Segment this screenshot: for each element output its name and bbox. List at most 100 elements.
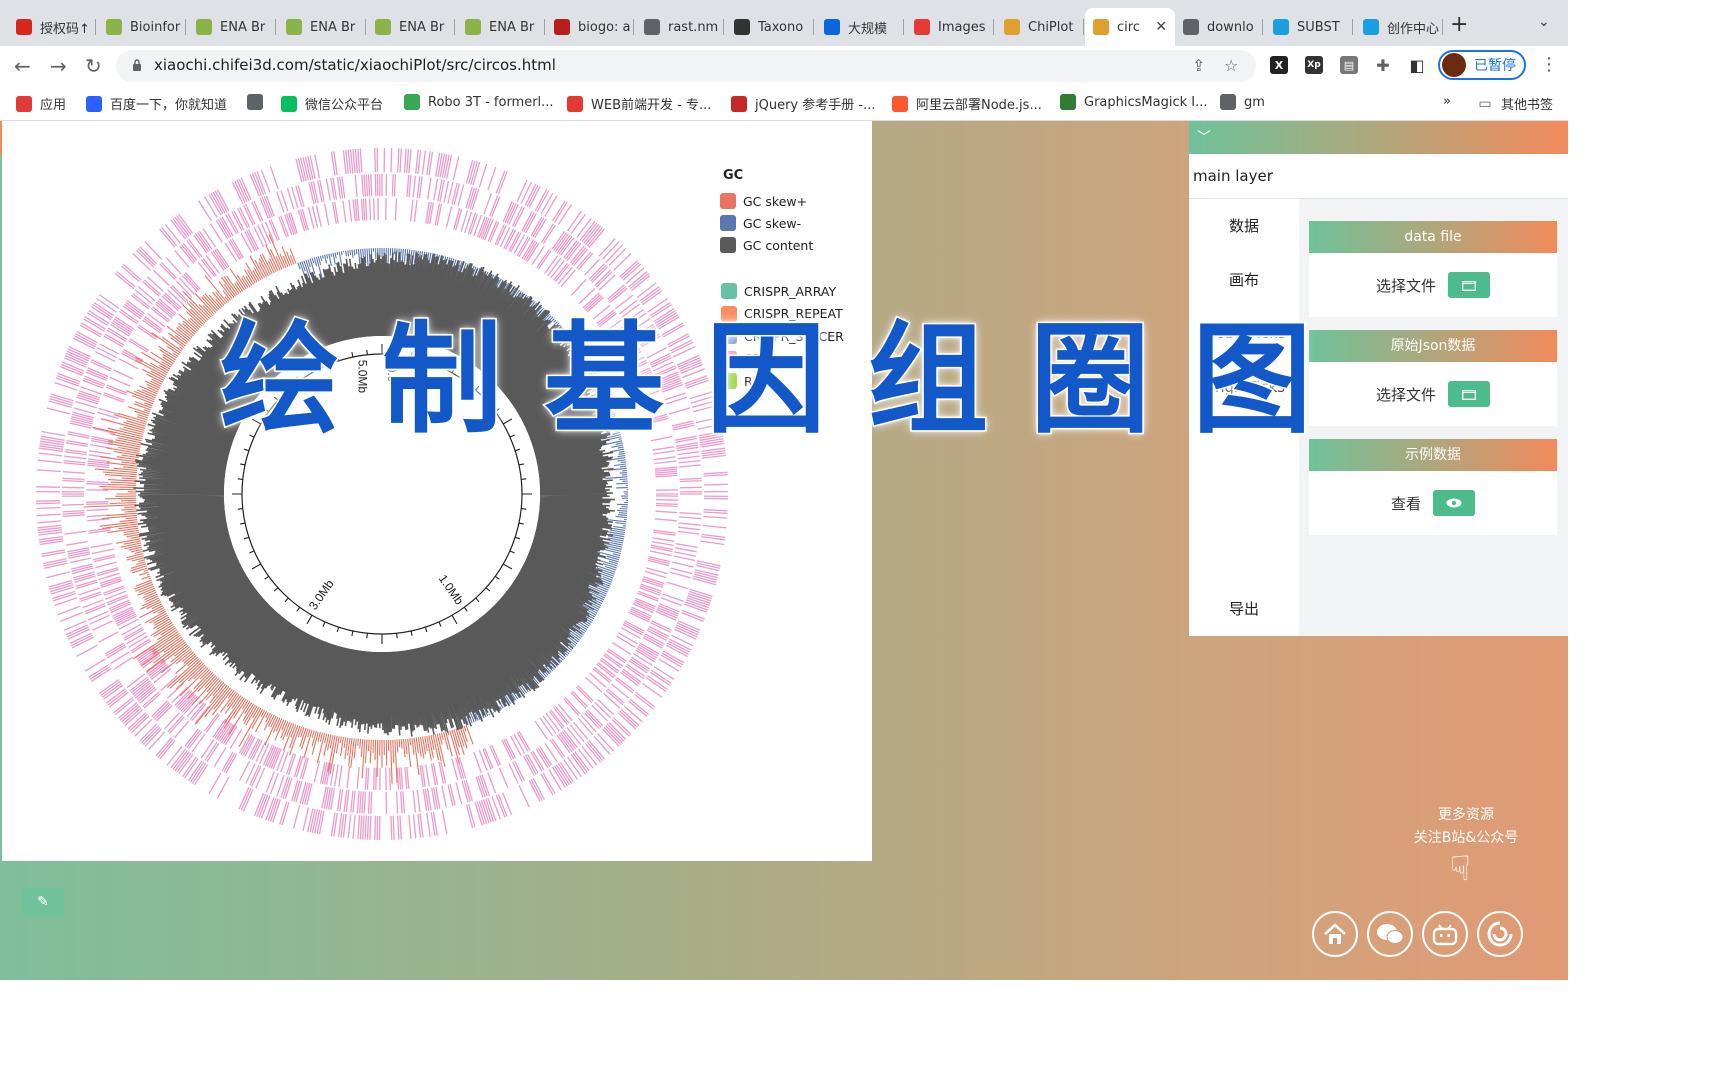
panel-tabs[interactable]: main layer (1189, 154, 1568, 199)
page-content: 0.0 5.0Mb 3.0Mb 1.0Mb GC GC skew+ GC skew- GC… (0, 121, 1568, 980)
tab-14[interactable]: downlo (1175, 8, 1263, 46)
other-bookmarks[interactable]: ▭ 其他书签 (1477, 94, 1554, 114)
bookmark-5[interactable]: Robo 3T - formerl... (404, 94, 554, 110)
tab-label: Bioinfor (130, 19, 181, 35)
folder-button[interactable] (1448, 272, 1490, 298)
share-icon[interactable]: ⇪ (1192, 56, 1205, 75)
jquery-icon (731, 95, 747, 112)
close-tab-icon[interactable]: ✕ (1155, 19, 1167, 35)
bookmark-label: 百度一下，你就知道 (110, 98, 228, 113)
side-panel-icon[interactable]: ◧ (1408, 56, 1426, 75)
tab-4[interactable]: ENA Br (278, 8, 366, 46)
edit-note-button[interactable]: ✎ (22, 888, 64, 916)
tab-3[interactable]: ENA Br (188, 8, 276, 46)
folder-icon: ▭ (1478, 95, 1492, 112)
tab-separator (95, 19, 96, 35)
legend-item: GC content (720, 237, 813, 253)
bookmark-8[interactable]: 阿里云部署Node.js... (892, 94, 1042, 113)
menu-item-export[interactable]: 导出 (1189, 598, 1299, 619)
view-label: 查看 (1390, 494, 1421, 513)
refresh-logo-button[interactable] (1477, 911, 1523, 957)
bookmark-label: 应用 (40, 98, 67, 113)
tab-5[interactable]: ENA Br (367, 8, 455, 46)
bookmark-star-icon[interactable]: ☆ (1224, 56, 1238, 75)
tab-10[interactable]: 大规模 (816, 8, 904, 46)
plot-canvas: 0.0 5.0Mb 3.0Mb 1.0Mb GC GC skew+ GC skew- GC… (2, 121, 872, 861)
extensions-puzzle-icon[interactable]: ✚ (1374, 56, 1392, 75)
legend-swatch (720, 237, 736, 253)
tab-separator (544, 19, 545, 35)
bookmark-9[interactable]: GraphicsMagick I... (1060, 94, 1208, 110)
tab-11[interactable]: Images (906, 8, 994, 46)
tab-label: downlo (1207, 19, 1254, 35)
legend-swatch (720, 193, 736, 209)
dna-icon (734, 19, 750, 35)
bookmark-4[interactable]: 微信公众平台 (281, 94, 383, 113)
tab-label: Taxono (758, 19, 804, 35)
bookmark-6[interactable]: WEB前端开发 - 专... (567, 94, 711, 113)
home-button[interactable] (1312, 911, 1358, 957)
extension-x-icon[interactable]: X (1270, 56, 1288, 74)
eye-icon (1446, 498, 1462, 508)
other-bookmarks-label: 其他书签 (1501, 98, 1554, 113)
bookmark-label: jQuery 参考手册 -... (755, 98, 876, 113)
card-title: data file (1309, 221, 1557, 253)
zhihu-icon (824, 19, 840, 35)
tab-separator (813, 19, 814, 35)
address-bar[interactable]: xiaochi.chifei3d.com/static/xiaochiPlot/… (116, 50, 1256, 82)
bookmark-7[interactable]: jQuery 参考手册 -... (731, 94, 875, 113)
wechat-icon (1377, 924, 1404, 944)
menu-item-data[interactable]: 数据 (1189, 215, 1299, 236)
tab-search-icon[interactable]: ⌄ (1538, 14, 1550, 30)
back-icon[interactable]: ← (14, 54, 31, 78)
chevron-down-icon[interactable]: ﹀ (1197, 127, 1211, 147)
extension-book-icon[interactable]: ▤ (1340, 56, 1358, 74)
tab-9[interactable]: Taxono (726, 8, 814, 46)
baidu-icon (86, 95, 102, 112)
wechat-button[interactable] (1367, 911, 1413, 957)
tab-7[interactable]: biogo: a (546, 8, 634, 46)
menu-icon[interactable]: ⋮ (1540, 54, 1558, 75)
tab-separator (993, 19, 994, 35)
chiplot-icon (1093, 19, 1109, 35)
swirl-logo-icon (1487, 921, 1513, 947)
bookmark-10[interactable]: gm (1220, 94, 1265, 110)
bookmark-3[interactable] (247, 94, 271, 110)
tab-label: ENA Br (220, 19, 266, 35)
legend-label: GC skew- (743, 215, 802, 231)
url-text[interactable]: xiaochi.chifei3d.com/static/xiaochiPlot/… (154, 56, 556, 74)
forward-icon[interactable]: → (50, 54, 67, 78)
legend-title: GC (723, 168, 744, 183)
bookmark-1[interactable]: 应用 (16, 94, 66, 113)
bookmark-label: 微信公众平台 (305, 98, 384, 113)
tab-1[interactable]: 授权码↑ (8, 8, 96, 46)
tab-label: Images (938, 19, 986, 35)
extension-xp-icon[interactable]: Xp (1305, 56, 1323, 74)
promo-text: 更多资源 关注B站&公众号 (1404, 804, 1528, 850)
tab-16[interactable]: 创作中心 (1355, 8, 1443, 46)
tab-15[interactable]: SUBST (1265, 8, 1353, 46)
bilibili-button[interactable] (1422, 911, 1468, 957)
tab-separator (454, 19, 455, 35)
hexagon-icon (196, 19, 212, 35)
tab-separator (275, 19, 276, 35)
new-tab-button[interactable]: + (1450, 12, 1468, 37)
bookmark-label: Robo 3T - formerl... (428, 94, 554, 110)
reload-icon[interactable]: ↻ (85, 54, 102, 78)
bookmark-2[interactable]: 百度一下，你就知道 (86, 94, 227, 113)
tab-6[interactable]: ENA Br (457, 8, 545, 46)
tab-separator (903, 19, 904, 35)
bookmarks-overflow-icon[interactable]: » (1443, 94, 1451, 109)
tab-13[interactable]: circ ✕ (1085, 8, 1175, 46)
profile-button[interactable]: 已暂停 (1438, 50, 1526, 80)
view-button[interactable] (1433, 490, 1475, 516)
tab-label: SUBST (1297, 19, 1340, 35)
gm-icon (1060, 94, 1076, 110)
tab-label: 大规模 (848, 21, 888, 37)
folder-button[interactable] (1448, 381, 1490, 407)
tab-12[interactable]: ChiPlot (996, 8, 1084, 46)
tab-8[interactable]: rast.nm (636, 8, 724, 46)
apps-icon (16, 95, 32, 112)
csdn-icon (892, 95, 908, 112)
tab-2[interactable]: Bioinfor (98, 8, 186, 46)
